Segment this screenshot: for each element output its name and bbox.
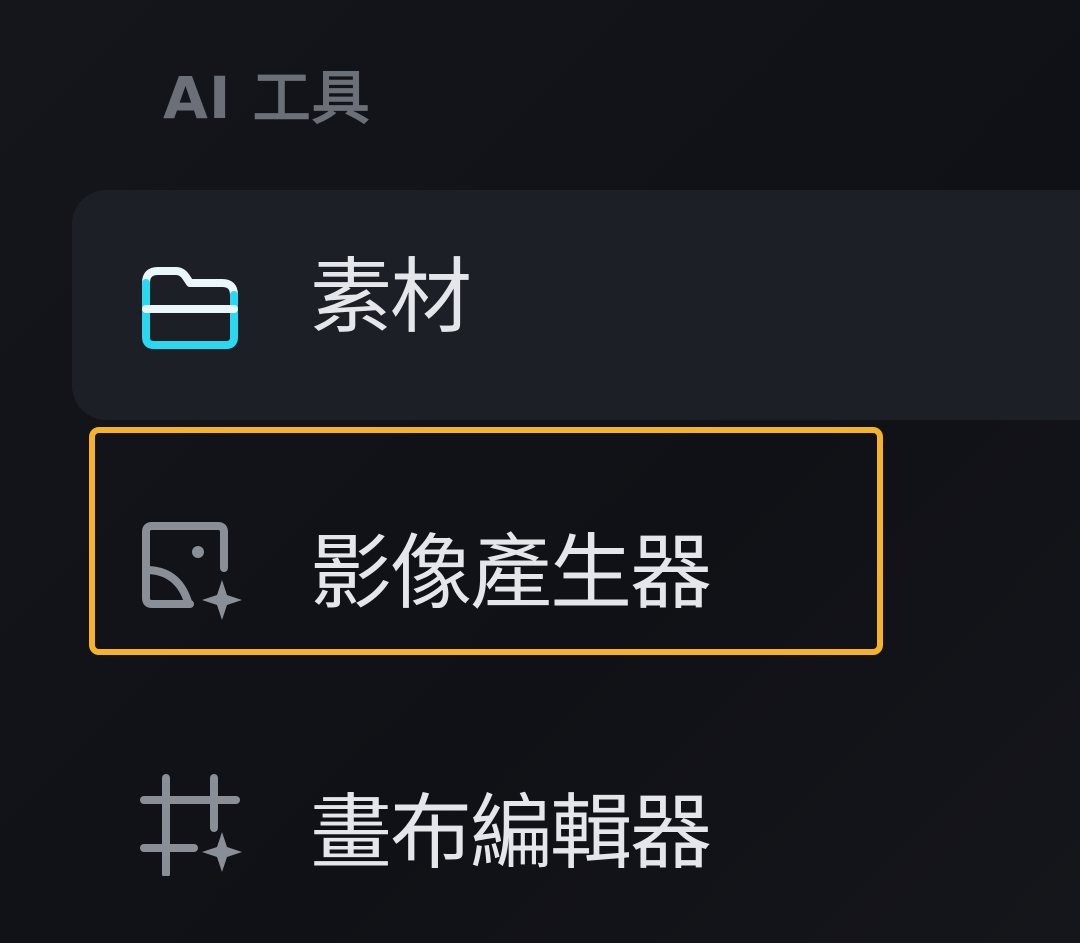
folder-icon xyxy=(142,267,238,349)
sidebar: AI 工具 素材 影像產生器 畫布編輯器 xyxy=(0,0,1080,943)
sidebar-item-label: 影像產生器 xyxy=(310,526,712,621)
sidebar-item-label: 素材 xyxy=(310,250,472,345)
image-sparkle-icon xyxy=(142,522,242,620)
crop-sparkle-icon xyxy=(140,774,242,876)
sidebar-item-label: 畫布編輯器 xyxy=(310,786,712,881)
sidebar-item-assets[interactable]: 素材 xyxy=(72,190,1080,420)
section-title: AI 工具 xyxy=(163,64,371,132)
sidebar-item-canvas-editor[interactable]: 畫布編輯器 xyxy=(72,700,1080,932)
sidebar-item-image-generator[interactable]: 影像產生器 xyxy=(72,430,1080,662)
